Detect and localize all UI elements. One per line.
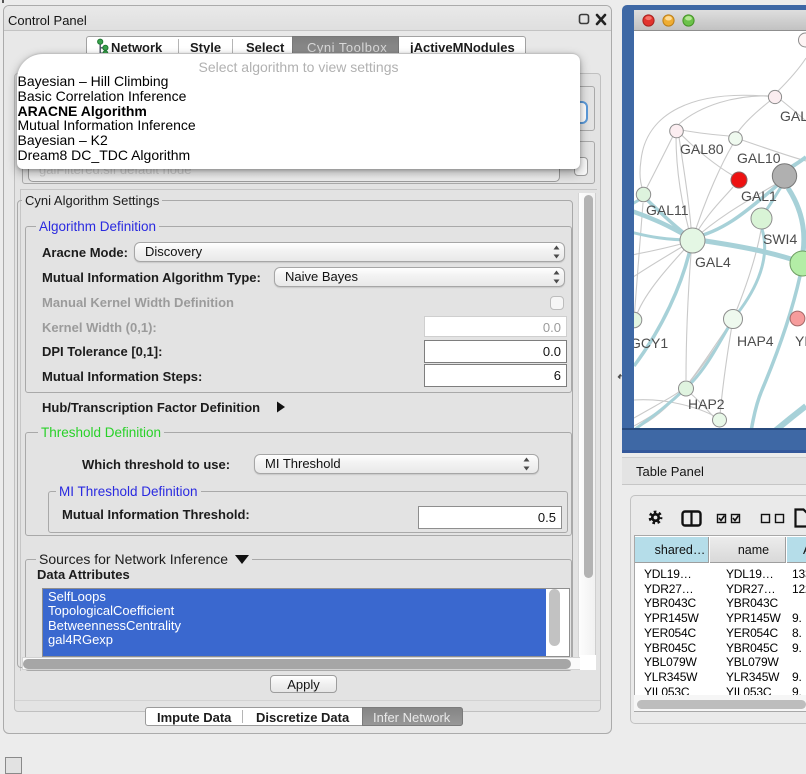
svg-text:GAL2: GAL2 bbox=[780, 108, 806, 124]
svg-text:GAL11: GAL11 bbox=[646, 202, 689, 218]
svg-text:GAL1: GAL1 bbox=[741, 188, 777, 204]
svg-text:GCY1: GCY1 bbox=[634, 335, 668, 351]
svg-text:GAL4: GAL4 bbox=[695, 254, 731, 270]
svg-text:SWI4: SWI4 bbox=[763, 231, 797, 247]
svg-text:GAL10: GAL10 bbox=[737, 150, 781, 166]
svg-text:HAP4: HAP4 bbox=[737, 333, 774, 349]
svg-text:YB: YB bbox=[795, 333, 806, 349]
svg-text:GAL80: GAL80 bbox=[680, 141, 724, 157]
svg-text:HAP2: HAP2 bbox=[688, 396, 725, 412]
